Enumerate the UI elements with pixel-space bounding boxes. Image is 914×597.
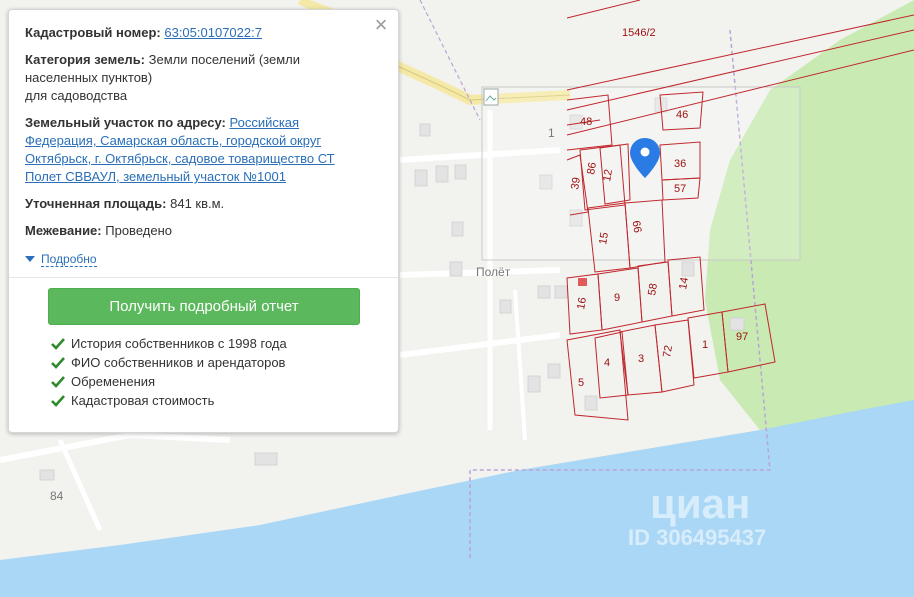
survey-label: Межевание: (25, 223, 102, 238)
svg-text:циан: циан (650, 480, 750, 527)
svg-text:72: 72 (661, 344, 675, 358)
area-row: Уточненная площадь: 841 кв.м. (25, 195, 382, 213)
area-value: 841 кв.м. (170, 196, 225, 211)
cadastral-number-link[interactable]: 63:05:0107022:7 (164, 25, 262, 40)
features-list: История собственников с 1998 года ФИО со… (51, 334, 382, 410)
svg-text:4: 4 (604, 357, 610, 369)
address-link-3[interactable]: Октябрьск, г. Октябрьск, садовое товарищ… (25, 151, 335, 166)
area-label: Уточненная площадь: (25, 196, 167, 211)
svg-text:ID 306495437: ID 306495437 (628, 525, 766, 550)
feature-item: ФИО собственников и арендаторов (51, 353, 382, 372)
category-label: Категория земель: (25, 52, 146, 67)
svg-text:57: 57 (674, 183, 686, 195)
svg-text:5: 5 (578, 377, 584, 389)
svg-text:16: 16 (575, 296, 589, 310)
divider (9, 277, 398, 278)
triangle-down-icon (25, 256, 35, 262)
get-report-button[interactable]: Получить подробный отчет (48, 288, 360, 325)
check-icon (51, 356, 65, 369)
svg-text:97: 97 (736, 331, 748, 343)
cadastral-row: Кадастровый номер: 63:05:0107022:7 (25, 24, 382, 42)
category-value-1: Земли поселений (земли (148, 52, 300, 67)
category-row: Категория земель: Земли поселений (земли… (25, 51, 382, 105)
survey-value: Проведено (105, 223, 172, 238)
svg-text:46: 46 (676, 109, 688, 121)
check-icon (51, 394, 65, 407)
svg-text:86: 86 (585, 161, 599, 175)
address-label: Земельный участок по адресу: (25, 115, 226, 130)
address-link-4[interactable]: Полет СВВАУЛ, земельный участок №1001 (25, 169, 286, 184)
svg-text:12: 12 (601, 168, 615, 182)
check-icon (51, 375, 65, 388)
plot-info-panel: × Кадастровый номер: 63:05:0107022:7 Кат… (8, 9, 399, 433)
svg-text:14: 14 (677, 276, 691, 290)
close-icon[interactable]: × (372, 14, 390, 36)
svg-text:1546/2: 1546/2 (622, 27, 656, 39)
category-value-2: населенных пунктов) (25, 70, 153, 85)
svg-text:36: 36 (674, 158, 686, 170)
broken-image-icon (483, 88, 499, 106)
details-link[interactable]: Подробно (41, 252, 97, 267)
feature-item: Кадастровая стоимость (51, 391, 382, 410)
category-value-3: для садоводства (25, 88, 128, 103)
house-number-label: 84 (50, 489, 64, 503)
svg-text:1: 1 (702, 339, 708, 351)
place-label: Полёт (476, 265, 511, 279)
feature-item: Обременения (51, 372, 382, 391)
svg-text:9: 9 (614, 292, 620, 304)
svg-text:58: 58 (646, 282, 660, 296)
svg-text:3: 3 (638, 353, 644, 365)
address-link-2[interactable]: Федерация, Самарская область, городской … (25, 133, 321, 148)
survey-row: Межевание: Проведено (25, 222, 382, 240)
svg-text:15: 15 (597, 231, 611, 245)
svg-text:48: 48 (580, 116, 592, 128)
address-row: Земельный участок по адресу: Российская … (25, 114, 382, 186)
svg-text:39: 39 (569, 176, 583, 190)
details-toggle[interactable]: Подробно (25, 252, 97, 267)
address-link-1[interactable]: Российская (229, 115, 299, 130)
feature-item: История собственников с 1998 года (51, 334, 382, 353)
cadastral-label: Кадастровый номер: (25, 25, 161, 40)
svg-text:99: 99 (631, 219, 645, 233)
house-number-label: 1 (548, 126, 555, 140)
check-icon (51, 337, 65, 350)
